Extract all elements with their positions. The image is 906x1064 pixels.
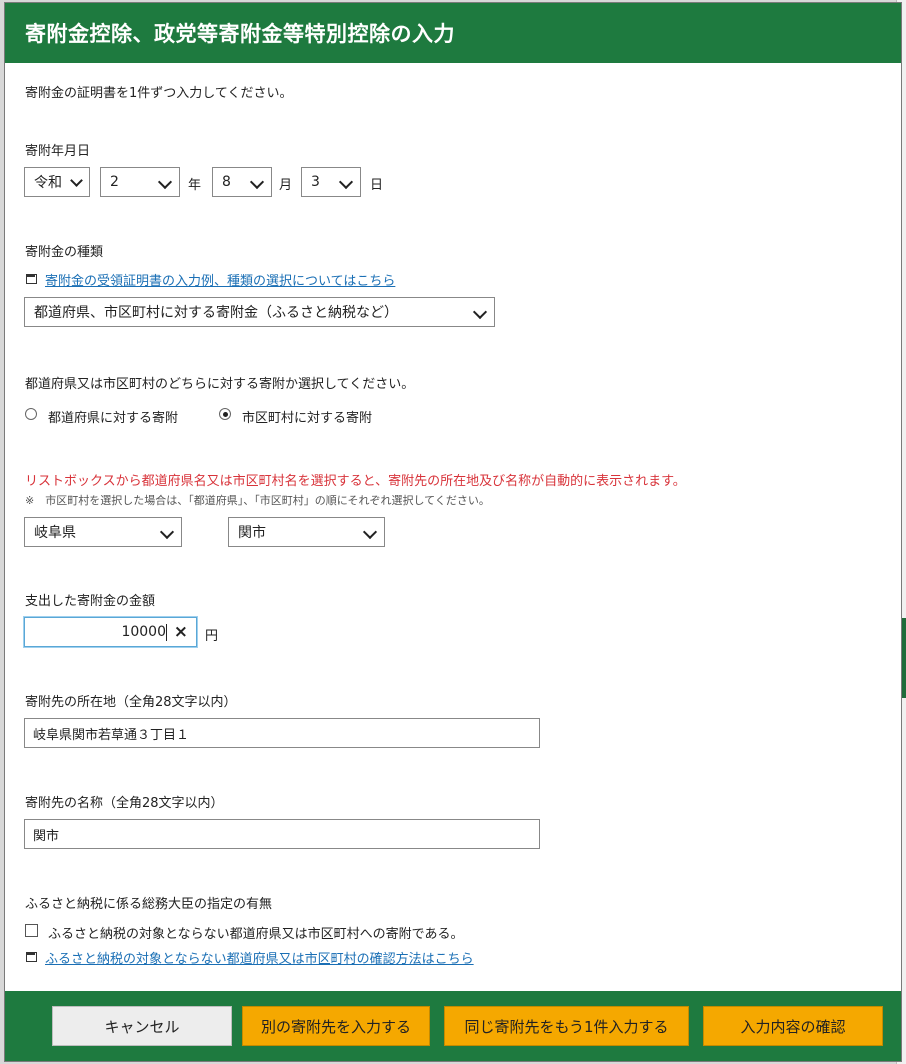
chevron-down-icon	[159, 524, 175, 540]
chevron-down-icon	[472, 304, 488, 320]
recipient-name-label: 寄附先の名称（全角28文字以内）	[25, 796, 224, 811]
radio-prefecture-label[interactable]: 都道府県に対する寄附	[48, 407, 178, 426]
date-label: 寄附年月日	[25, 144, 91, 159]
furusato-checkbox-label[interactable]: ふるさと納税の対象とならない都道府県又は市区町村への寄附である。	[48, 923, 463, 942]
donation-type-help-link[interactable]: 寄附金の受領証明書の入力例、種類の選択についてはこちら	[45, 270, 395, 289]
dialog-footer: キャンセル 別の寄附先を入力する 同じ寄附先をもう1件入力する 入力内容の確認	[5, 991, 901, 1061]
amount-unit: 円	[205, 629, 219, 644]
prefecture-value: 岐阜県	[34, 525, 76, 541]
donation-type-label: 寄附金の種類	[25, 245, 104, 260]
donation-type-select[interactable]: 都道府県、市区町村に対する寄附金（ふるさと納税など）	[24, 297, 495, 327]
dialog-title: 寄附金控除、政党等寄附金等特別控除の入力	[5, 3, 901, 63]
document-icon	[26, 274, 37, 284]
chevron-down-icon	[338, 174, 354, 190]
recipient-name-input[interactable]: 関市	[24, 819, 540, 849]
amount-input[interactable]: 10000 ×	[24, 617, 197, 647]
month-value: 8	[222, 174, 231, 190]
document-icon	[26, 952, 37, 962]
year-value: 2	[110, 174, 119, 190]
municipality-value: 関市	[238, 525, 266, 541]
furusato-help-link[interactable]: ふるさと納税の対象とならない都道府県又は市区町村の確認方法はこちら	[45, 948, 474, 967]
confirm-button[interactable]: 入力内容の確認	[703, 1006, 883, 1046]
selection-note: ※ 市区町村を選択した場合は、「都道府県」、「市区町村」の順にそれぞれ選択してく…	[25, 494, 490, 507]
prefecture-select[interactable]: 岐阜県	[24, 517, 182, 547]
era-value: 令和	[34, 175, 62, 191]
municipality-select[interactable]: 関市	[228, 517, 385, 547]
era-select[interactable]: 令和	[24, 167, 90, 197]
chevron-down-icon	[70, 174, 83, 187]
amount-label: 支出した寄附金の金額	[25, 594, 156, 609]
year-select[interactable]: 2	[100, 167, 180, 197]
year-unit: 年	[188, 178, 202, 193]
month-select[interactable]: 8	[212, 167, 272, 197]
text-caret	[166, 624, 167, 641]
another-recipient-button[interactable]: 別の寄附先を入力する	[242, 1006, 430, 1046]
cancel-button[interactable]: キャンセル	[52, 1006, 232, 1046]
intro-text: 寄附金の証明書を1件ずつ入力してください。	[25, 86, 293, 101]
day-select[interactable]: 3	[301, 167, 361, 197]
furusato-label: ふるさと納税に係る総務大臣の指定の有無	[25, 897, 273, 912]
day-value: 3	[311, 174, 320, 190]
day-unit: 日	[370, 178, 384, 193]
address-label: 寄附先の所在地（全角28文字以内）	[25, 695, 237, 710]
chevron-down-icon	[362, 524, 378, 540]
clear-icon[interactable]: ×	[174, 622, 188, 642]
radio-municipality[interactable]	[219, 408, 231, 420]
recipient-type-question: 都道府県又は市区町村のどちらに対する寄附か選択してください。	[25, 377, 415, 392]
address-input[interactable]: 岐阜県関市若草通３丁目１	[24, 718, 540, 748]
recipient-name-value: 関市	[33, 828, 60, 844]
same-recipient-button[interactable]: 同じ寄附先をもう1件入力する	[444, 1006, 689, 1046]
radio-municipality-label[interactable]: 市区町村に対する寄附	[242, 407, 372, 426]
furusato-checkbox[interactable]	[25, 924, 38, 937]
donation-dialog: 寄附金控除、政党等寄附金等特別控除の入力 寄附金の証明書を1件ずつ入力してくださ…	[4, 2, 902, 1062]
auto-fill-warning: リストボックスから都道府県名又は市区町村名を選択すると、寄附先の所在地及び名称が…	[25, 474, 686, 489]
address-value: 岐阜県関市若草通３丁目１	[33, 727, 190, 743]
month-unit: 月	[279, 178, 293, 193]
amount-value: 10000	[121, 624, 166, 640]
donation-type-value: 都道府県、市区町村に対する寄附金（ふるさと納税など）	[34, 305, 398, 321]
dialog-body: 寄附金の証明書を1件ずつ入力してください。 寄附年月日 令和 2 年 8 月 3…	[5, 63, 901, 991]
radio-prefecture[interactable]	[25, 408, 37, 420]
chevron-down-icon	[157, 174, 173, 190]
chevron-down-icon	[249, 174, 265, 190]
